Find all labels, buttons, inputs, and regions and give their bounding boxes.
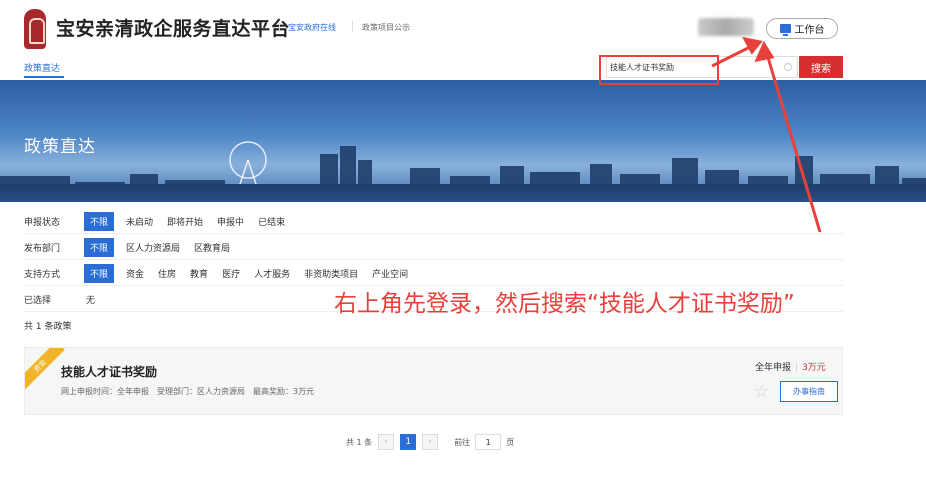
apply-type: 全年申报 [755,363,792,373]
filter-label: 发布部门 [24,243,61,254]
divider [24,285,843,286]
banner-title: 政策直达 [24,137,96,157]
filter-option[interactable]: 即将开始 [165,213,205,230]
site-title: 宝安亲清政企服务直达平台 [56,18,291,40]
tab-active-indicator [24,76,64,78]
pagination: 共 1 条 ‹ 1 › 前往 页 [346,434,514,450]
filter-option[interactable]: 人才服务 [252,265,292,282]
result-count: 共 1 条政策 [24,322,72,332]
separator: | [795,363,799,373]
guide-button[interactable]: 办事指南 [780,381,838,402]
filter-option-unlimited[interactable]: 不限 [84,263,115,283]
page: 宝安亲清政企服务直达平台 宝安政府在线 政策项目公示 工作台 政策直达 搜索 [0,0,926,484]
page-current[interactable]: 1 [400,434,417,450]
filter-row-status: 申报状态 不限 未启动 即将开始 申报中 已结束 [24,211,297,231]
filter-option-unlimited[interactable]: 不限 [84,211,115,231]
divider [24,259,843,260]
filter-option-unlimited[interactable]: 不限 [84,237,115,257]
header-divider [279,21,280,32]
filter-option[interactable]: 医疗 [220,265,242,282]
filter-label: 已选择 [24,295,52,306]
filter-option[interactable]: 产业空间 [370,265,410,282]
tab-policy-direct[interactable]: 政策直达 [24,61,60,74]
annotation-highlight-box [599,55,719,85]
prev-page-icon[interactable]: ‹ [378,434,395,450]
header: 宝安亲清政企服务直达平台 宝安政府在线 政策项目公示 工作台 [0,0,926,56]
workbench-button[interactable]: 工作台 [766,18,838,39]
link-gov-online[interactable]: 宝安政府在线 [288,22,336,33]
filter-label: 支持方式 [24,269,61,280]
filter-option[interactable]: 区教育局 [192,239,232,256]
funding-badge: 资金 [25,348,65,391]
filter-option[interactable]: 已结束 [256,213,287,230]
monitor-icon [779,24,791,36]
filter-row-support: 支持方式 不限 资金 住房 教育 医疗 人才服务 非资助类项目 产业空间 [24,263,420,283]
filter-option[interactable]: 非资助类项目 [302,265,360,282]
logo-icon [24,9,46,49]
policy-title[interactable]: 技能人才证书奖励 [61,363,157,380]
goto-label: 前往 [454,437,471,447]
next-page-icon[interactable]: › [422,434,439,450]
policy-card[interactable]: 资金 技能人才证书奖励 网上申报时间：全年申报 受理部门：区人力资源局 最高奖励… [24,347,843,415]
filter-option[interactable]: 区人力资源局 [124,239,182,256]
star-icon[interactable]: ☆ [754,382,769,402]
page-unit: 页 [506,437,515,447]
policy-meta: 网上申报时间：全年申报 受理部门：区人力资源局 最高奖励：3万元 [61,387,315,396]
pagination-total: 共 1 条 [346,437,373,447]
goto-page-input[interactable] [475,434,502,450]
filter-option[interactable]: 住房 [156,265,178,282]
filter-option[interactable]: 未启动 [124,213,155,230]
filter-row-department: 发布部门 不限 区人力资源局 区教育局 [24,237,242,257]
filter-option[interactable]: 教育 [188,265,210,282]
filter-option[interactable]: 申报中 [215,213,246,230]
max-amount: 3万元 [802,363,826,373]
banner-water [0,184,926,202]
workbench-label: 工作台 [794,25,825,36]
search-button[interactable]: 搜索 [799,56,843,78]
filter-row-selected: 已选择 无 [24,290,107,308]
link-policy-notice[interactable]: 政策项目公示 [362,22,410,33]
filter-label: 申报状态 [24,217,61,228]
header-divider [352,21,353,32]
policy-apply-info: 全年申报 | 3万元 [755,360,826,373]
banner: 政策直达 [0,80,926,202]
divider [24,233,843,234]
filter-option[interactable]: 资金 [124,265,146,282]
selected-value: 无 [86,295,96,306]
user-account-blurred[interactable] [698,18,754,36]
annotation-text: 右上角先登录，然后搜索“技能人才证书奖励” [334,291,795,317]
clear-icon[interactable] [784,63,792,71]
